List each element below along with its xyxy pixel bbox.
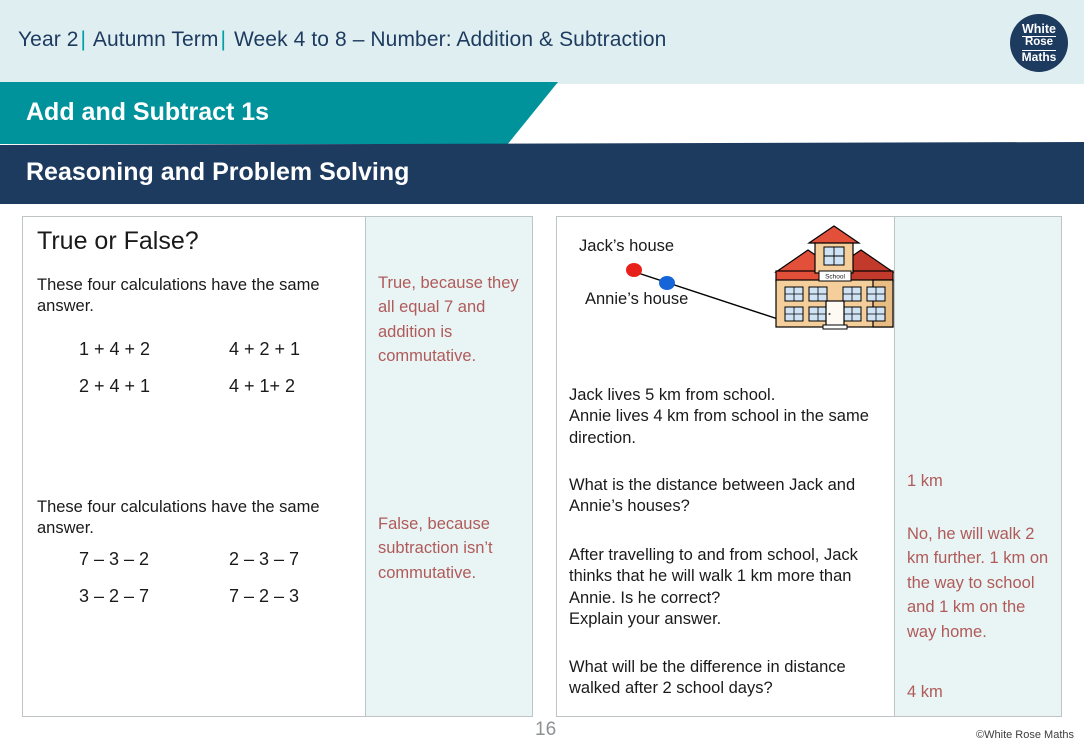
calculation-item: 7 – 2 – 3	[229, 586, 300, 606]
calculation-grid-addition: 1 + 4 + 2 4 + 2 + 1 2 + 4 + 1 4 + 1+ 2	[79, 339, 379, 397]
calculation-item: 7 – 3 – 2	[79, 549, 150, 569]
question-text-2: What is the distance between Jack and An…	[569, 476, 856, 516]
answer-text-4: No, he will walk 2 km further. 1 km on t…	[907, 525, 1049, 641]
answer-column-left: True, because they all equal 7 and addit…	[365, 217, 532, 716]
header-breadcrumb: Year 2| Autumn Term| Week 4 to 8 – Numbe…	[18, 28, 666, 52]
question-text-1: Jack lives 5 km from school. Annie lives…	[569, 386, 869, 447]
question-text-4: What will be the difference in distance …	[569, 658, 846, 698]
question-stem-1: These four calculations have the same an…	[37, 276, 320, 316]
logo-line-2: Rose	[1021, 35, 1057, 51]
answer-text-2: False, because subtraction isn’t commuta…	[378, 515, 493, 582]
calculation-grid-subtraction: 7 – 3 – 2 2 – 3 – 7 3 – 2 – 7 7 – 2 – 3	[79, 549, 379, 607]
logo-line-1: White	[1021, 21, 1057, 36]
white-rose-maths-logo: White Rose Maths	[1010, 14, 1068, 72]
header-year: Year 2	[18, 28, 79, 51]
answer-text-3: 1 km	[907, 472, 943, 490]
jack-house-dot-icon	[626, 263, 642, 277]
question-stem-2: These four calculations have the same an…	[37, 498, 320, 538]
header-separator-1: |	[80, 28, 87, 51]
annie-house-label: Annie’s house	[585, 290, 689, 308]
page-number: 16	[535, 719, 557, 740]
question-panel-right: Jack’s house Annie’s house School Jack l…	[556, 216, 1062, 717]
question-column-right: Jack’s house Annie’s house School Jack l…	[557, 217, 895, 716]
copyright-notice: ©White Rose Maths	[976, 729, 1074, 741]
logo-line-3: Maths	[1021, 50, 1057, 65]
calculation-item: 3 – 2 – 7	[79, 586, 150, 606]
header-term: Autumn Term	[92, 28, 219, 51]
answer-text-5: 4 km	[907, 683, 943, 701]
school-building-icon: School	[774, 225, 895, 330]
question-column-left: True or False? These four calculations h…	[23, 217, 365, 716]
header-week: Week 4 to 8 – Number: Addition & Subtrac…	[233, 28, 667, 51]
school-sign-text: School	[825, 274, 845, 281]
calculation-item: 2 + 4 + 1	[79, 376, 151, 396]
question-panel-left: True or False? These four calculations h…	[22, 216, 533, 717]
school-distance-diagram: Jack’s house Annie’s house School	[557, 225, 895, 370]
topic-banner: Add and Subtract 1s	[0, 82, 558, 144]
calculation-item: 2 – 3 – 7	[229, 549, 300, 569]
section-title: Reasoning and Problem Solving	[26, 158, 410, 186]
header-band: Year 2| Autumn Term| Week 4 to 8 – Numbe…	[0, 0, 1084, 84]
annie-house-dot-icon	[659, 276, 675, 290]
calculation-item: 1 + 4 + 2	[79, 339, 151, 359]
answer-column-right: 1 km No, he will walk 2 km further. 1 km…	[894, 217, 1061, 716]
question-text-3: After travelling to and from school, Jac…	[569, 546, 858, 629]
jack-house-label: Jack’s house	[579, 237, 675, 255]
answer-text-1: True, because they all equal 7 and addit…	[378, 274, 519, 366]
section-banner: Reasoning and Problem Solving	[0, 142, 1084, 204]
calculation-item: 4 + 1+ 2	[229, 376, 296, 396]
topic-title: Add and Subtract 1s	[26, 98, 270, 126]
header-separator-2: |	[220, 28, 227, 51]
calculation-item: 4 + 2 + 1	[229, 339, 301, 359]
page-title: True or False?	[37, 227, 199, 255]
